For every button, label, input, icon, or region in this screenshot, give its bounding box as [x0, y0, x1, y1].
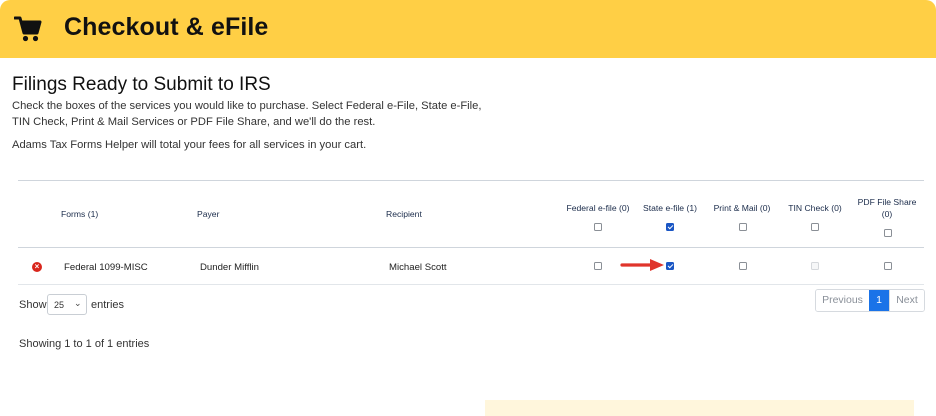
- column-header-forms[interactable]: Forms (1): [61, 209, 98, 219]
- row-divider: [18, 284, 924, 285]
- table-top-divider: [18, 180, 924, 181]
- next-page-button[interactable]: Next: [889, 290, 924, 311]
- fees-note: Adams Tax Forms Helper will total your f…: [12, 139, 367, 151]
- chevron-down-icon: ⌄: [74, 298, 82, 308]
- row-pdf-share-checkbox[interactable]: [884, 262, 892, 270]
- entries-per-page-value: 25: [54, 300, 65, 310]
- row-state-checkbox[interactable]: [666, 262, 674, 270]
- select-all-pdf-share-checkbox[interactable]: [884, 229, 892, 237]
- entries-label: entries: [91, 299, 125, 311]
- shopping-cart-icon: [14, 16, 42, 42]
- row-tin-check-checkbox: [811, 262, 819, 270]
- previous-page-button[interactable]: Previous: [816, 290, 869, 311]
- select-all-tin-check-checkbox[interactable]: [811, 223, 819, 231]
- select-all-print-mail-checkbox[interactable]: [739, 223, 747, 231]
- remove-row-icon[interactable]: ×: [32, 262, 42, 272]
- intro-text: Check the boxes of the services you woul…: [12, 100, 482, 128]
- column-header-tin-check: TIN Check (0): [788, 203, 842, 213]
- column-header-payer[interactable]: Payer: [197, 209, 219, 219]
- page-header: Checkout & eFile: [0, 0, 936, 58]
- entries-per-page-select[interactable]: 25 ⌄: [47, 294, 87, 315]
- pagination: Previous 1 Next: [815, 289, 925, 312]
- show-label: Show: [19, 299, 47, 311]
- page-1-button[interactable]: 1: [869, 290, 889, 311]
- row-form: Federal 1099-MISC: [64, 262, 148, 273]
- header-divider: [18, 247, 924, 248]
- column-header-recipient[interactable]: Recipient: [386, 209, 422, 219]
- pdf-share-label: PDF File Share: [857, 197, 917, 207]
- column-header-state-efile: State e-file (1): [643, 203, 697, 213]
- column-header-print-mail: Print & Mail (0): [713, 203, 771, 213]
- cart-summary-panel: [485, 400, 914, 416]
- row-payer: Dunder Mifflin: [200, 262, 260, 273]
- select-all-state-checkbox[interactable]: [666, 223, 674, 231]
- row-federal-checkbox[interactable]: [594, 262, 602, 270]
- red-arrow-icon: [620, 259, 664, 271]
- pdf-share-count: (0): [881, 209, 893, 219]
- column-header-federal-efile: Federal e-file (0): [566, 203, 630, 213]
- page-title: Filings Ready to Submit to IRS: [12, 74, 271, 95]
- header-title: Checkout & eFile: [64, 13, 269, 41]
- select-all-federal-checkbox[interactable]: [594, 223, 602, 231]
- table-info: Showing 1 to 1 of 1 entries: [19, 338, 150, 350]
- row-print-mail-checkbox[interactable]: [739, 262, 747, 270]
- column-header-pdf-file-share: PDF File Share (0): [851, 197, 923, 219]
- row-recipient: Michael Scott: [389, 262, 447, 273]
